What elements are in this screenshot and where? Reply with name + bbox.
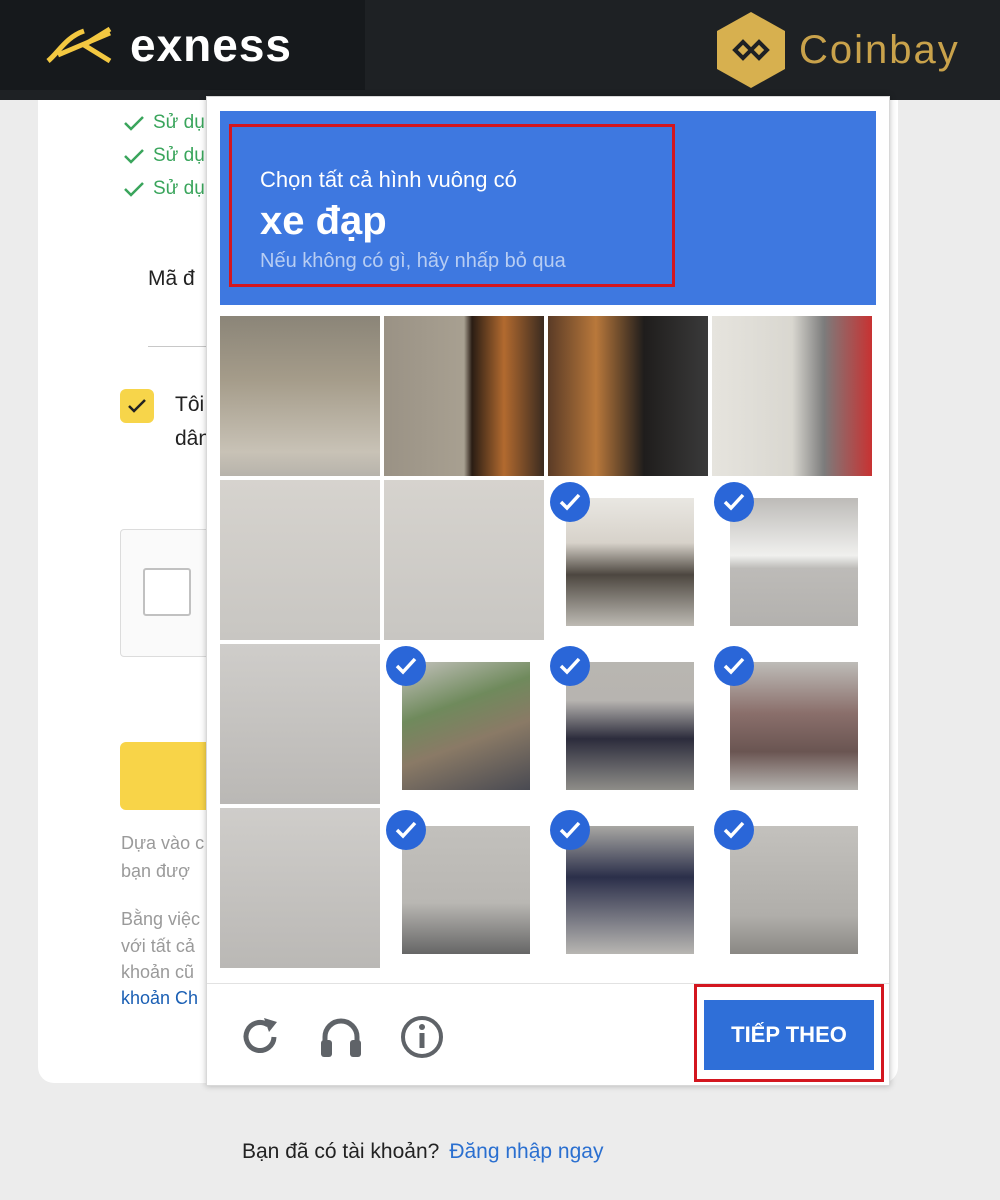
captcha-tile[interactable] xyxy=(712,644,872,804)
tile-image xyxy=(220,316,380,476)
coinbay-logo: Coinbay xyxy=(715,10,960,90)
selected-check-icon xyxy=(386,810,426,850)
login-link[interactable]: Đăng nhập ngay xyxy=(449,1140,603,1163)
coinbay-wordmark: Coinbay xyxy=(799,27,960,72)
captcha-tile[interactable] xyxy=(220,316,380,476)
check-icon xyxy=(124,182,144,197)
captcha-tile[interactable] xyxy=(548,316,708,476)
captcha-target: xe đạp xyxy=(260,199,387,243)
login-prompt-text: Bạn đã có tài khoản? xyxy=(242,1140,440,1163)
tile-image xyxy=(566,498,694,626)
captcha-instruction: Chọn tất cả hình vuông có xyxy=(260,167,517,192)
agree-text: dân xyxy=(175,427,211,450)
exness-wordmark: exness xyxy=(130,19,293,71)
captcha-header: Chọn tất cả hình vuông có xe đạp Nếu khô… xyxy=(220,111,876,305)
checklist-item: Sử dụ xyxy=(123,145,205,167)
captcha-tile[interactable] xyxy=(384,644,544,804)
captcha-dialog: Chọn tất cả hình vuông có xe đạp Nếu khô… xyxy=(206,96,890,1086)
captcha-footer: TIẾP THEO xyxy=(207,983,889,1086)
info-icon[interactable] xyxy=(399,1014,445,1060)
agree-text: Tôi xyxy=(175,393,205,416)
check-icon xyxy=(128,399,146,413)
captcha-tile[interactable] xyxy=(712,316,872,476)
exness-mark-icon xyxy=(46,26,112,64)
tile-image xyxy=(712,316,872,476)
note-text: bạn đượ xyxy=(121,861,190,881)
tile-image xyxy=(384,480,544,640)
tile-image xyxy=(220,480,380,640)
register-button[interactable] xyxy=(120,742,220,810)
captcha-hint: Nếu không có gì, hãy nhấp bỏ qua xyxy=(260,250,566,272)
tile-image xyxy=(730,826,858,954)
exness-logo: exness xyxy=(0,0,365,90)
tile-image xyxy=(220,808,380,968)
selected-check-icon xyxy=(714,646,754,686)
checklist-text: Sử dụ xyxy=(153,178,205,199)
captcha-tile[interactable] xyxy=(548,808,708,968)
selected-check-icon xyxy=(550,482,590,522)
captcha-grid xyxy=(220,316,876,972)
captcha-tile[interactable] xyxy=(220,480,380,640)
captcha-tile[interactable] xyxy=(712,480,872,640)
tile-image xyxy=(730,662,858,790)
agree-checkbox[interactable] xyxy=(120,389,154,423)
next-button[interactable]: TIẾP THEO xyxy=(704,1000,874,1070)
note-text: Bằng việc xyxy=(121,909,201,929)
check-icon xyxy=(124,116,144,131)
headphones-icon[interactable] xyxy=(318,1014,364,1060)
login-prompt: Bạn đã có tài khoản? Đăng nhập ngay xyxy=(242,1140,603,1164)
selected-check-icon xyxy=(714,810,754,850)
tile-image xyxy=(402,826,530,954)
code-label: Mã đ xyxy=(148,267,195,290)
top-bar: exness Coinbay xyxy=(0,0,1000,100)
captcha-tile[interactable] xyxy=(384,808,544,968)
selected-check-icon xyxy=(714,482,754,522)
note-text: với tất cả xyxy=(121,936,195,956)
captcha-tile[interactable] xyxy=(384,316,544,476)
reload-icon[interactable] xyxy=(237,1014,283,1060)
tile-image xyxy=(548,316,708,476)
checklist-item: Sử dụ xyxy=(123,112,205,134)
check-icon xyxy=(124,149,144,164)
tile-image xyxy=(566,826,694,954)
captcha-tile[interactable] xyxy=(712,808,872,968)
captcha-tile[interactable] xyxy=(548,480,708,640)
note-text: Dựa vào c xyxy=(121,833,205,853)
selected-check-icon xyxy=(550,810,590,850)
captcha-tile[interactable] xyxy=(220,808,380,968)
checklist-text: Sử dụ xyxy=(153,112,205,133)
checklist-item: Sử dụ xyxy=(123,178,205,200)
captcha-tile[interactable] xyxy=(384,480,544,640)
captcha-tile[interactable] xyxy=(548,644,708,804)
tile-image xyxy=(730,498,858,626)
note-text: khoản cũ xyxy=(121,962,195,982)
selected-check-icon xyxy=(550,646,590,686)
coinbay-hex-icon xyxy=(717,12,785,88)
tile-image xyxy=(566,662,694,790)
checklist-text: Sử dụ xyxy=(153,145,205,166)
tile-image xyxy=(220,644,380,804)
tile-image xyxy=(402,662,530,790)
terms-link[interactable]: khoản Ch xyxy=(121,988,198,1009)
tile-image xyxy=(384,316,544,476)
captcha-tile[interactable] xyxy=(220,644,380,804)
recaptcha-checkbox[interactable] xyxy=(143,568,191,616)
selected-check-icon xyxy=(386,646,426,686)
